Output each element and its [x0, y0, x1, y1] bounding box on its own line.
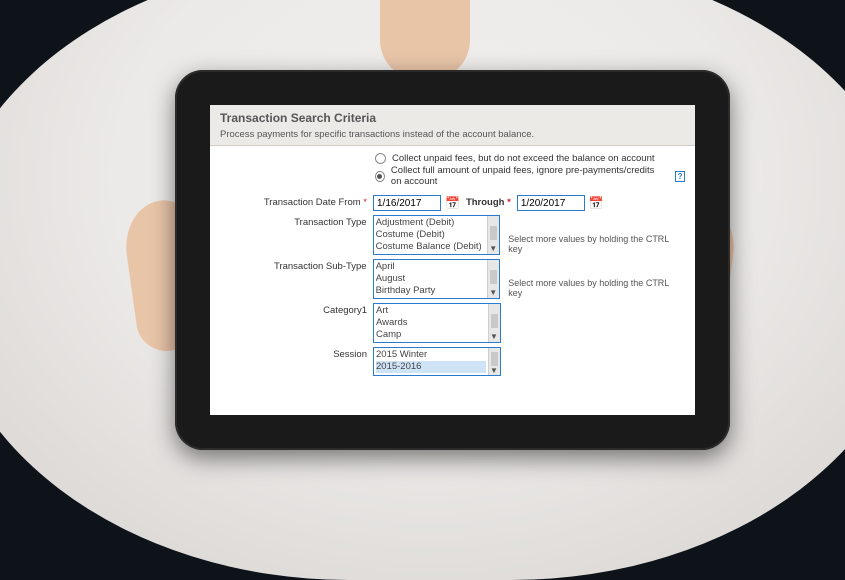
- ctrl-hint: Select more values by holding the CTRL k…: [508, 234, 685, 255]
- label-text: Through: [466, 197, 505, 208]
- date-to-input[interactable]: [517, 195, 585, 211]
- list-item[interactable]: Costume Balance (Debit): [376, 241, 486, 253]
- row-session: Session 2015 Winter 2015-2016 ▼: [220, 347, 685, 376]
- label-text: Transaction Date From: [264, 197, 361, 208]
- transaction-search-panel: Transaction Search Criteria Process paym…: [210, 105, 695, 386]
- list-item[interactable]: August: [376, 273, 486, 285]
- tablet-screen: Transaction Search Criteria Process paym…: [210, 105, 695, 415]
- collect-mode-group: Collect unpaid fees, but do not exceed t…: [375, 153, 685, 187]
- subtype-listbox[interactable]: April August Birthday Party ▼: [373, 259, 501, 299]
- panel-header: Transaction Search Criteria Process paym…: [210, 105, 695, 146]
- calendar-icon[interactable]: 📅: [589, 195, 604, 211]
- tablet-frame: Transaction Search Criteria Process paym…: [175, 70, 730, 450]
- label-session: Session: [220, 347, 373, 360]
- radio-icon: [375, 171, 385, 182]
- row-subtype: Transaction Sub-Type April August Birthd…: [220, 259, 685, 299]
- list-item[interactable]: Art: [376, 305, 486, 317]
- scroll-thumb[interactable]: [491, 314, 498, 328]
- scroll-thumb[interactable]: [491, 352, 498, 366]
- neck: [380, 0, 470, 80]
- chevron-down-icon[interactable]: ▼: [487, 244, 499, 254]
- date-from-input[interactable]: [373, 195, 441, 211]
- category1-listbox[interactable]: Art Awards Camp ▼: [373, 303, 501, 343]
- label-category1: Category1: [220, 303, 373, 316]
- required-marker: *: [361, 197, 367, 208]
- row-type: Transaction Type Adjustment (Debit) Cost…: [220, 215, 685, 255]
- row-category1: Category1 Art Awards Camp ▼: [220, 303, 685, 343]
- chevron-down-icon[interactable]: ▼: [488, 366, 500, 376]
- list-item[interactable]: Birthday Party: [376, 285, 486, 297]
- list-items: April August Birthday Party: [374, 260, 488, 298]
- label-subtype: Transaction Sub-Type: [220, 259, 373, 272]
- row-date: Transaction Date From * 📅 Through * 📅: [220, 195, 685, 211]
- calendar-icon[interactable]: 📅: [445, 195, 460, 211]
- panel-body: Collect unpaid fees, but do not exceed t…: [210, 146, 695, 386]
- list-items: Art Awards Camp: [374, 304, 488, 342]
- subtype-controls: April August Birthday Party ▼ Select mor…: [373, 259, 685, 299]
- chevron-down-icon[interactable]: ▼: [487, 288, 499, 298]
- list-item[interactable]: 2015 Winter: [376, 349, 486, 361]
- session-listbox[interactable]: 2015 Winter 2015-2016 ▼: [373, 347, 501, 376]
- date-controls: 📅 Through * 📅: [373, 195, 604, 211]
- help-icon[interactable]: ?: [675, 171, 685, 182]
- radio-label: Collect full amount of unpaid fees, igno…: [391, 165, 666, 187]
- list-item[interactable]: April: [376, 261, 486, 273]
- list-item[interactable]: Costume (Debit): [376, 229, 486, 241]
- list-item[interactable]: Adjustment (Debit): [376, 217, 486, 229]
- list-item[interactable]: Camp: [376, 329, 486, 341]
- scrollbar[interactable]: ▼: [488, 304, 500, 342]
- list-item[interactable]: Awards: [376, 317, 486, 329]
- scrollbar[interactable]: ▼: [487, 216, 499, 254]
- scrollbar[interactable]: ▼: [487, 260, 499, 298]
- type-listbox[interactable]: Adjustment (Debit) Costume (Debit) Costu…: [373, 215, 501, 255]
- radio-label: Collect unpaid fees, but do not exceed t…: [392, 153, 655, 164]
- label-through: Through *: [464, 195, 513, 211]
- radio-icon: [375, 153, 386, 164]
- type-controls: Adjustment (Debit) Costume (Debit) Costu…: [373, 215, 685, 255]
- list-item[interactable]: 2015-2016: [376, 361, 486, 373]
- session-controls: 2015 Winter 2015-2016 ▼: [373, 347, 501, 376]
- scroll-thumb[interactable]: [490, 270, 497, 284]
- collect-option-balance[interactable]: Collect unpaid fees, but do not exceed t…: [375, 153, 685, 164]
- category1-controls: Art Awards Camp ▼: [373, 303, 501, 343]
- label-date-from: Transaction Date From *: [220, 195, 373, 208]
- chevron-down-icon[interactable]: ▼: [488, 332, 500, 342]
- panel-subtext: Process payments for specific transactio…: [220, 129, 685, 140]
- required-marker: *: [504, 197, 510, 208]
- collect-option-full[interactable]: Collect full amount of unpaid fees, igno…: [375, 165, 685, 187]
- list-items: Adjustment (Debit) Costume (Debit) Costu…: [374, 216, 488, 254]
- panel-title: Transaction Search Criteria: [220, 111, 685, 125]
- scrollbar[interactable]: ▼: [488, 348, 500, 375]
- list-items: 2015 Winter 2015-2016: [374, 348, 488, 375]
- label-type: Transaction Type: [220, 215, 373, 228]
- scroll-thumb[interactable]: [490, 226, 497, 240]
- ctrl-hint: Select more values by holding the CTRL k…: [508, 278, 685, 299]
